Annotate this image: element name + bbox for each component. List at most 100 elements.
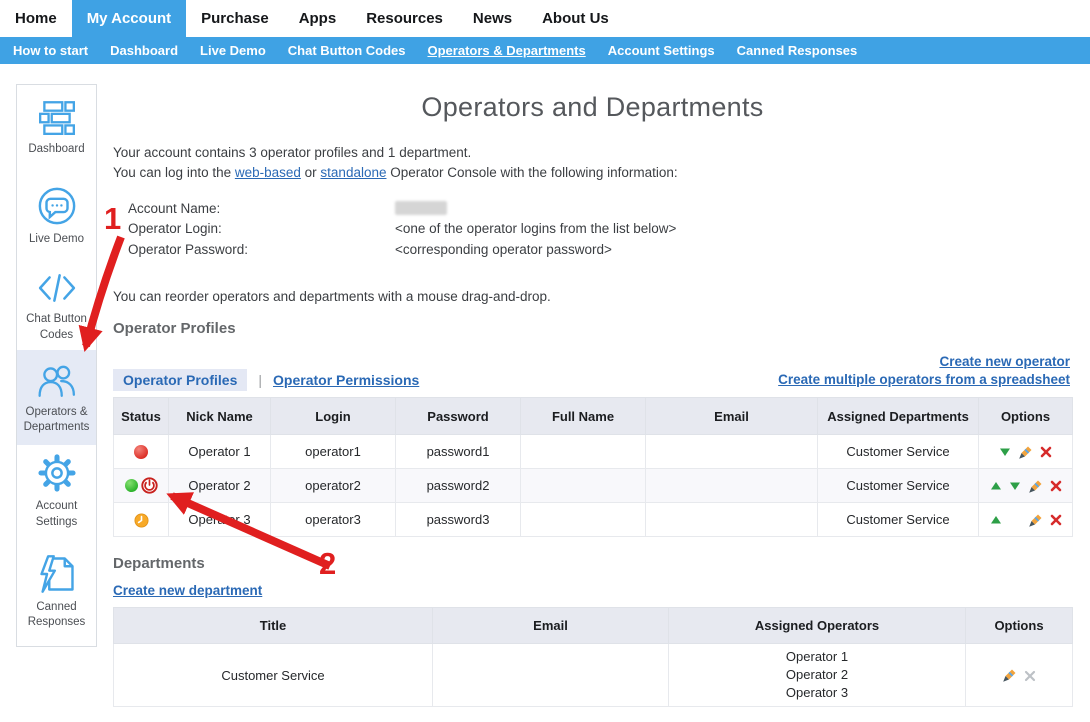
subnav-item-live-demo[interactable]: Live Demo	[189, 37, 277, 64]
sidebar-item-chat-button-codes[interactable]: Chat Button Codes	[17, 262, 96, 350]
delete-disabled-icon	[1024, 670, 1036, 682]
create-multiple-operators-link[interactable]: Create multiple operators from a spreads…	[778, 372, 1070, 387]
subnav-item-account-settings[interactable]: Account Settings	[597, 37, 726, 64]
col-email: Email	[433, 608, 669, 644]
topnav-item-purchase[interactable]: Purchase	[186, 0, 284, 37]
delete-icon[interactable]	[1050, 514, 1062, 526]
col-nick-name: Nick Name	[169, 398, 271, 435]
topnav-item-news[interactable]: News	[458, 0, 527, 37]
sidebar-label: Account Settings	[19, 499, 94, 529]
tab-operator-profiles[interactable]: Operator Profiles	[113, 369, 247, 391]
dashboard-icon	[37, 97, 77, 137]
departments-heading: Departments	[113, 555, 205, 572]
sidebar-item-account-settings[interactable]: Account Settings	[17, 445, 96, 537]
sidebar: Dashboard Live Demo Chat Button Codes	[16, 84, 97, 647]
subnav-item-how-to-start[interactable]: How to start	[2, 37, 99, 64]
create-new-operator-link[interactable]: Create new operator	[939, 354, 1070, 369]
operator-table-header-row: Status Nick Name Login Password Full Nam…	[114, 398, 1073, 435]
create-new-department-link[interactable]: Create new department	[113, 583, 262, 598]
operator-row-3: Operator 3 operator3 password3 Customer …	[114, 503, 1073, 537]
sidebar-item-live-demo[interactable]: Live Demo	[17, 170, 96, 262]
status-offline-icon	[134, 445, 148, 459]
col-email: Email	[646, 398, 818, 435]
create-new-department-wrap: Create new department	[113, 583, 262, 598]
edit-icon[interactable]	[1028, 513, 1043, 528]
password-cell: password1	[396, 435, 521, 469]
canned-responses-icon	[36, 553, 78, 595]
operator-login-value: <one of the operator logins from the lis…	[395, 221, 676, 236]
intro-text: Your account contains 3 operator profile…	[113, 143, 678, 183]
department-row-1: Customer Service Operator 1 Operator 2 O…	[114, 644, 1073, 707]
delete-icon[interactable]	[1040, 446, 1052, 458]
operator-login-label: Operator Login:	[128, 221, 395, 236]
edit-icon[interactable]	[1028, 479, 1043, 494]
password-cell: password3	[396, 503, 521, 537]
sidebar-item-operators-departments[interactable]: Operators & Departments	[17, 350, 96, 445]
live-demo-icon	[36, 185, 78, 227]
nick-name-cell: Operator 1	[169, 435, 271, 469]
email-cell	[433, 644, 669, 707]
standalone-link[interactable]: standalone	[320, 165, 386, 180]
assigned-departments-cell: Customer Service	[818, 435, 979, 469]
assigned-departments-cell: Customer Service	[818, 469, 979, 503]
annotation-step-2: 2	[319, 546, 336, 582]
status-cell	[114, 503, 169, 537]
web-based-link[interactable]: web-based	[235, 165, 301, 180]
move-down-icon[interactable]	[999, 447, 1011, 457]
full-name-cell	[521, 469, 646, 503]
subnav-item-operators-departments[interactable]: Operators & Departments	[417, 37, 597, 64]
logout-power-icon[interactable]	[141, 477, 158, 494]
login-cell: operator1	[271, 435, 396, 469]
annotation-step-1: 1	[104, 201, 121, 237]
chat-button-codes-icon	[35, 269, 79, 307]
move-up-icon[interactable]	[990, 515, 1002, 525]
delete-icon[interactable]	[1050, 480, 1062, 492]
nick-name-cell: Operator 2	[169, 469, 271, 503]
sidebar-item-dashboard[interactable]: Dashboard	[17, 85, 96, 170]
assigned-operator: Operator 1	[673, 648, 961, 666]
intro-line-1: Your account contains 3 operator profile…	[113, 143, 678, 163]
operator-password-value: <corresponding operator password>	[395, 242, 612, 257]
email-cell	[646, 435, 818, 469]
topnav-item-home[interactable]: Home	[0, 0, 72, 37]
topnav-item-apps[interactable]: Apps	[284, 0, 352, 37]
operator-profiles-heading: Operator Profiles	[113, 320, 236, 337]
edit-icon[interactable]	[1002, 668, 1017, 683]
options-cell	[979, 469, 1073, 503]
subnav-item-canned-responses[interactable]: Canned Responses	[726, 37, 869, 64]
email-cell	[646, 469, 818, 503]
topnav-item-about-us[interactable]: About Us	[527, 0, 624, 37]
sidebar-item-canned-responses[interactable]: Canned Responses	[17, 537, 96, 646]
move-up-icon[interactable]	[990, 481, 1002, 491]
operator-profiles-table: Status Nick Name Login Password Full Nam…	[113, 397, 1073, 537]
col-assigned-departments: Assigned Departments	[818, 398, 979, 435]
sidebar-label: Chat Button Codes	[19, 312, 94, 342]
email-cell	[646, 503, 818, 537]
operator-row-1: Operator 1 operator1 password1 Customer …	[114, 435, 1073, 469]
status-cell	[114, 469, 169, 503]
assigned-operator: Operator 3	[673, 684, 961, 702]
subnav-item-dashboard[interactable]: Dashboard	[99, 37, 189, 64]
password-cell: password2	[396, 469, 521, 503]
account-name-row: Account Name:	[128, 198, 676, 219]
login-cell: operator3	[271, 503, 396, 537]
topnav-item-my-account[interactable]: My Account	[72, 0, 186, 37]
subnav-item-chat-button-codes[interactable]: Chat Button Codes	[277, 37, 417, 64]
account-name-redacted-value	[395, 201, 447, 215]
status-online-icon	[125, 479, 138, 492]
col-full-name: Full Name	[521, 398, 646, 435]
col-password: Password	[396, 398, 521, 435]
options-cell	[979, 503, 1073, 537]
col-options: Options	[966, 608, 1073, 644]
operator-tabs: Operator Profiles | Operator Permissions	[113, 369, 419, 391]
edit-icon[interactable]	[1018, 445, 1033, 460]
tab-operator-permissions[interactable]: Operator Permissions	[273, 372, 419, 388]
topnav-item-resources[interactable]: Resources	[351, 0, 458, 37]
reorder-note: You can reorder operators and department…	[113, 289, 551, 304]
full-name-cell	[521, 435, 646, 469]
status-away-clock-icon	[134, 513, 149, 528]
account-sub-navigation: How to start Dashboard Live Demo Chat Bu…	[0, 37, 1090, 64]
assigned-operators-cell: Operator 1 Operator 2 Operator 3	[669, 644, 966, 707]
col-options: Options	[979, 398, 1073, 435]
move-down-icon[interactable]	[1009, 481, 1021, 491]
